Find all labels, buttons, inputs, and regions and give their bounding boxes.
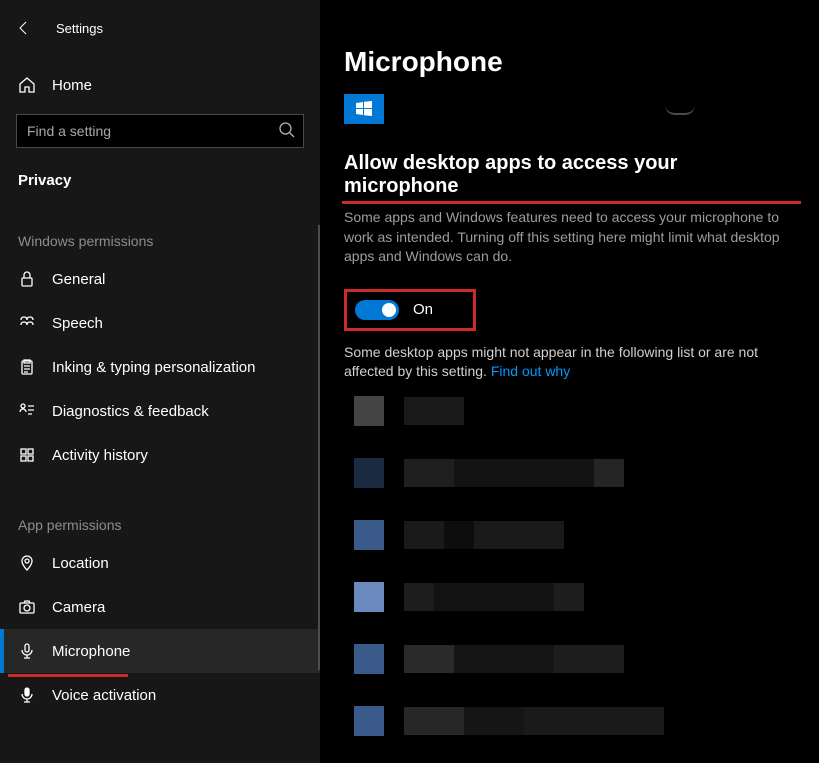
toggle-state-label: On bbox=[413, 301, 433, 318]
windows-system-icon bbox=[344, 94, 384, 124]
desktop-apps-list bbox=[344, 396, 795, 763]
camera-icon bbox=[18, 598, 36, 616]
blurred-app-icon bbox=[354, 644, 384, 674]
app-title: Settings bbox=[56, 21, 103, 36]
sidebar-item-location[interactable]: Location bbox=[0, 541, 320, 585]
blurred-app-icon bbox=[354, 458, 384, 488]
sidebar: Settings Home Privacy Windows permission… bbox=[0, 0, 320, 763]
sidebar-item-voice-activation[interactable]: Voice activation bbox=[0, 673, 320, 717]
section-title: Allow desktop apps to access your microp… bbox=[344, 152, 795, 200]
sidebar-item-label: General bbox=[52, 271, 105, 288]
decorative-line bbox=[665, 103, 695, 115]
list-item bbox=[354, 582, 795, 612]
sidebar-item-label: Microphone bbox=[52, 643, 130, 660]
sidebar-item-diagnostics[interactable]: Diagnostics & feedback bbox=[0, 389, 320, 433]
toggle-row: On bbox=[344, 289, 795, 331]
sidebar-item-label: Activity history bbox=[52, 447, 148, 464]
blurred-app-icon bbox=[354, 396, 384, 426]
sidebar-item-general[interactable]: General bbox=[0, 257, 320, 301]
microphone-icon bbox=[18, 642, 36, 660]
sidebar-item-home[interactable]: Home bbox=[0, 62, 320, 108]
home-icon bbox=[18, 76, 36, 94]
feedback-icon bbox=[18, 402, 36, 420]
back-button[interactable] bbox=[16, 20, 32, 36]
page-title: Microphone bbox=[344, 46, 795, 78]
clipboard-icon bbox=[18, 358, 36, 376]
note-text: Some desktop apps might not appear in th… bbox=[344, 343, 794, 382]
speech-icon bbox=[18, 314, 36, 332]
location-icon bbox=[18, 554, 36, 572]
blurred-app-icon bbox=[354, 706, 384, 736]
section-header-windows-permissions: Windows permissions bbox=[0, 193, 320, 257]
list-item bbox=[354, 458, 795, 488]
blurred-app-icon bbox=[354, 582, 384, 612]
search-input[interactable] bbox=[16, 114, 304, 148]
list-item bbox=[354, 706, 795, 736]
annotation-underline bbox=[342, 201, 801, 204]
voice-icon bbox=[18, 686, 36, 704]
sidebar-item-label: Inking & typing personalization bbox=[52, 359, 255, 376]
sidebar-item-label: Camera bbox=[52, 599, 105, 616]
find-out-why-link[interactable]: Find out why bbox=[491, 363, 570, 379]
blurred-app-icon bbox=[354, 520, 384, 550]
lock-icon bbox=[18, 270, 36, 288]
list-item bbox=[354, 520, 795, 550]
section-description: Some apps and Windows features need to a… bbox=[344, 208, 794, 267]
history-icon bbox=[18, 446, 36, 464]
sidebar-item-microphone[interactable]: Microphone bbox=[0, 629, 320, 673]
sidebar-item-label: Home bbox=[52, 77, 92, 94]
section-header-app-permissions: App permissions bbox=[0, 477, 320, 541]
sidebar-item-camera[interactable]: Camera bbox=[0, 585, 320, 629]
toggle-knob bbox=[382, 303, 396, 317]
section-title-text: Allow desktop apps to access your microp… bbox=[344, 152, 677, 197]
sidebar-item-speech[interactable]: Speech bbox=[0, 301, 320, 345]
list-item bbox=[354, 396, 795, 426]
sidebar-item-activity-history[interactable]: Activity history bbox=[0, 433, 320, 477]
category-label: Privacy bbox=[0, 156, 320, 193]
list-item bbox=[354, 644, 795, 674]
allow-desktop-apps-toggle[interactable] bbox=[355, 300, 399, 320]
sidebar-item-inking[interactable]: Inking & typing personalization bbox=[0, 345, 320, 389]
sidebar-item-label: Speech bbox=[52, 315, 103, 332]
main-content: Microphone Allow desktop apps to access … bbox=[320, 0, 819, 763]
annotation-box: On bbox=[344, 289, 476, 331]
sidebar-item-label: Location bbox=[52, 555, 109, 572]
sidebar-item-label: Voice activation bbox=[52, 687, 156, 704]
sidebar-item-label: Diagnostics & feedback bbox=[52, 403, 209, 420]
